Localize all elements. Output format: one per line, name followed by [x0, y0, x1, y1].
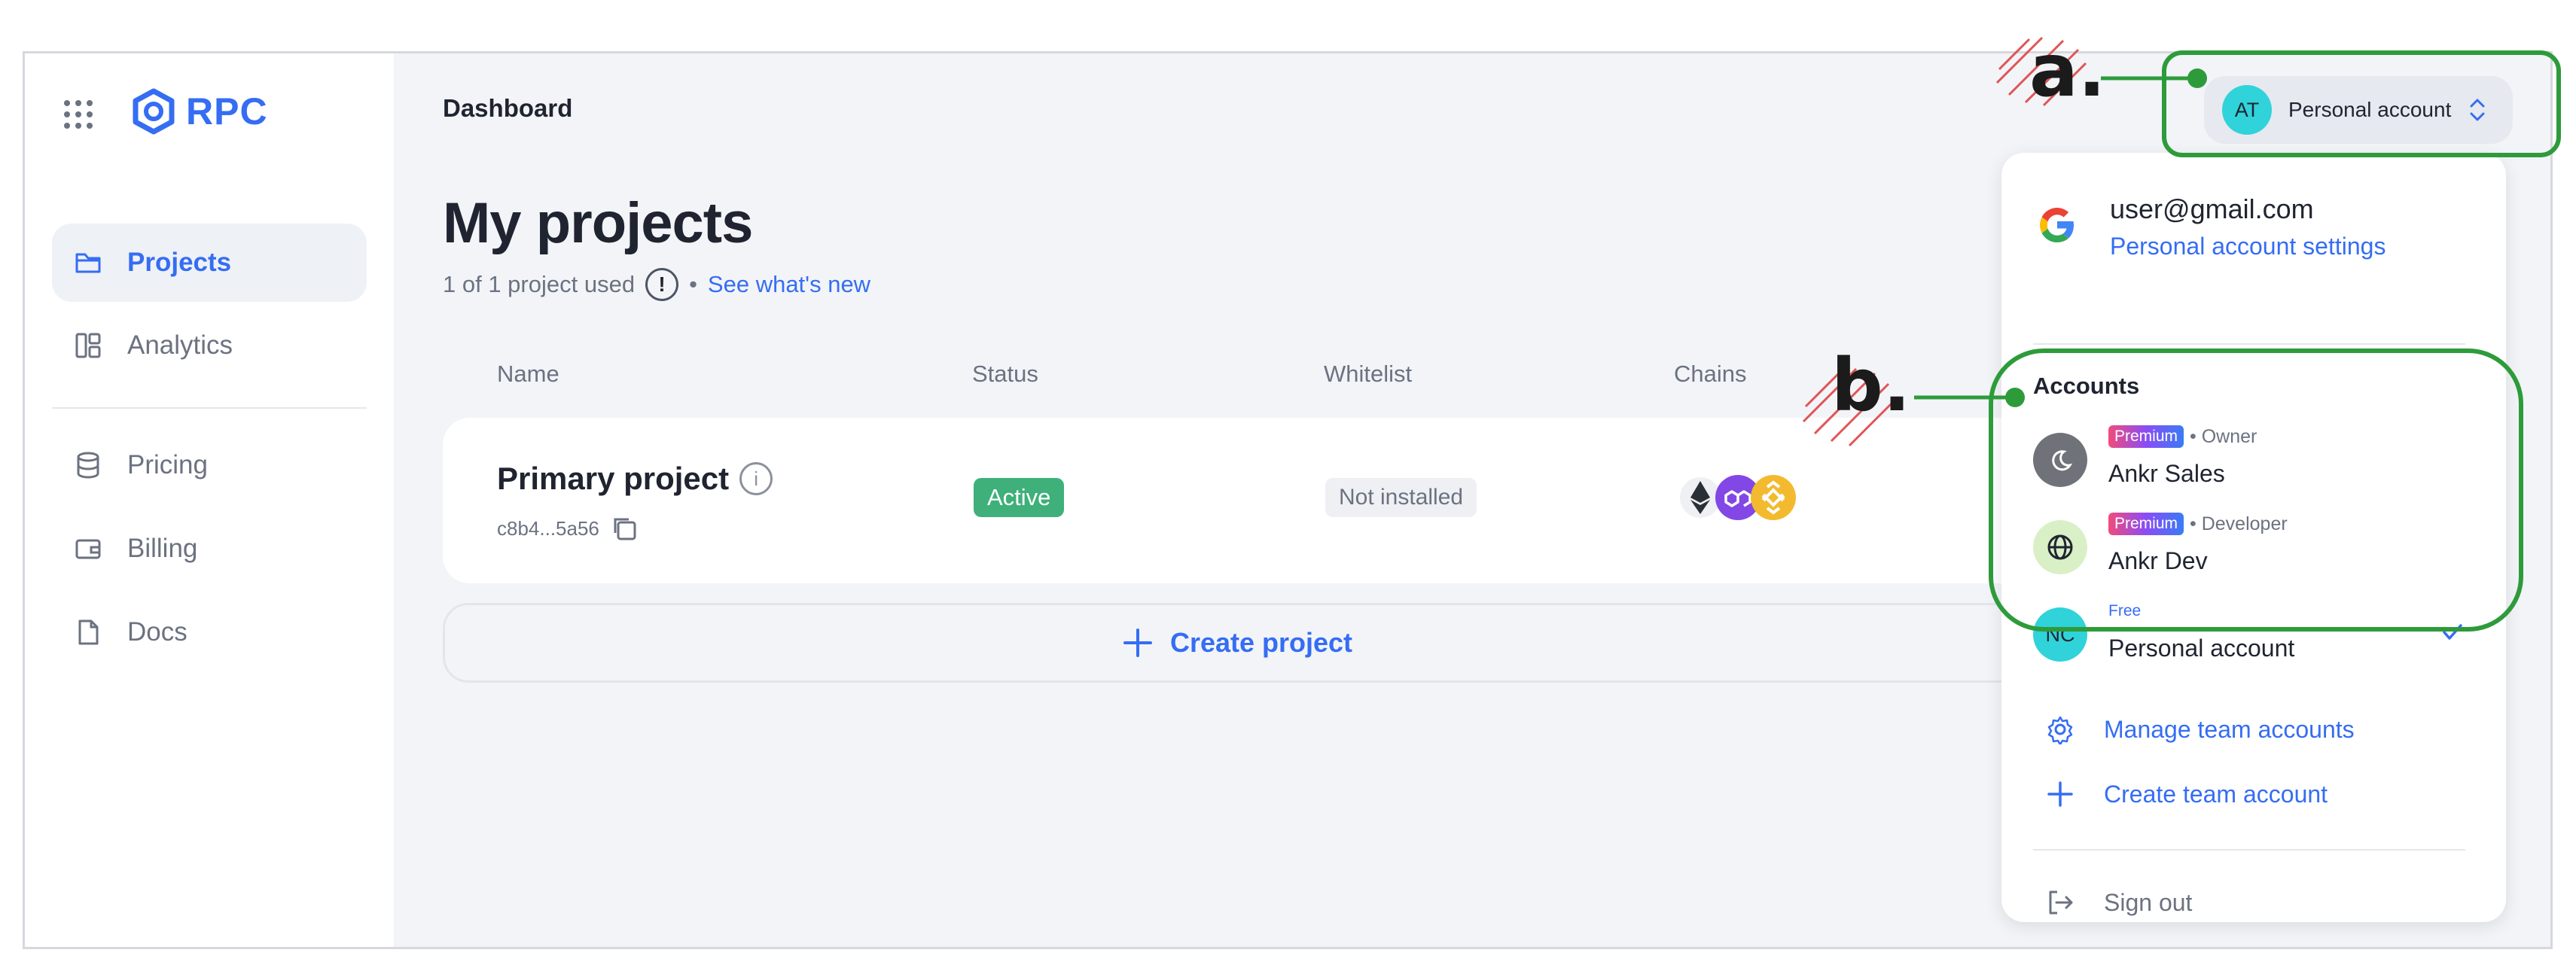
app-window: RPC Projects Analytics Pricing Billing D… [23, 51, 2553, 949]
usage-text: 1 of 1 project used [443, 271, 636, 297]
document-icon [78, 619, 99, 645]
bnb-icon [1751, 475, 1796, 520]
create-team-account-button[interactable]: Create team account [2045, 779, 2328, 809]
account-role: • Developer [2190, 513, 2288, 534]
sidebar-item-analytics[interactable]: Analytics [52, 306, 367, 385]
accounts-heading: Accounts [2033, 373, 2140, 399]
sidebar-item-billing[interactable]: Billing [52, 510, 367, 588]
sidebar-item-label: Analytics [127, 330, 233, 360]
account-name: Ankr Sales [2108, 460, 2225, 487]
account-name: Personal account [2108, 635, 2295, 662]
globe-icon [2033, 520, 2087, 574]
whats-new-link[interactable]: See what's new [708, 271, 870, 298]
sign-out-icon [2049, 890, 2073, 915]
project-id-wrap: c8b4...5a56 [497, 514, 639, 543]
sidebar-item-label: Pricing [127, 450, 208, 479]
column-header-status: Status [972, 361, 1038, 387]
database-icon [77, 452, 99, 479]
account-switcher-button[interactable]: AT Personal account [2204, 76, 2513, 144]
avatar: NC [2033, 607, 2087, 662]
avatar: AT [2222, 85, 2272, 135]
account-role: • Owner [2190, 425, 2257, 447]
plus-icon [2047, 781, 2073, 807]
create-project-button[interactable]: Create project [443, 603, 2032, 683]
layout-icon [75, 333, 101, 358]
rpc-logo-icon [133, 88, 175, 135]
breadcrumb: Dashboard [443, 94, 573, 122]
rpc-logo[interactable]: RPC [130, 88, 268, 135]
account-dropdown: user@gmail.com Personal account settings… [2001, 153, 2506, 922]
ethereum-icon [1680, 477, 1721, 518]
separator-dot: • [689, 271, 697, 297]
google-icon [2040, 208, 2074, 242]
project-usage: 1 of 1 project used ! • See what's new [443, 268, 870, 301]
divider [2033, 849, 2465, 851]
moon-icon [2033, 433, 2087, 487]
page-title: My projects [443, 191, 753, 255]
apps-grid-icon[interactable] [62, 99, 94, 130]
account-item-ankr-sales[interactable]: Premium • Owner Ankr Sales [2033, 422, 2465, 498]
sidebar-item-label: Billing [127, 534, 198, 563]
folder-icon [75, 253, 101, 273]
account-meta: Free [2108, 600, 2141, 622]
status-badge: Active [974, 478, 1065, 517]
logo-text: RPC [186, 90, 268, 132]
whitelist-badge: Not installed [1325, 478, 1477, 517]
create-team-label: Create team account [2104, 780, 2328, 808]
copy-icon[interactable] [610, 514, 639, 543]
account-meta: Premium • Owner [2108, 425, 2257, 448]
account-pill-label: Personal account [2288, 98, 2452, 121]
account-item-ankr-dev[interactable]: Premium • Developer Ankr Dev [2033, 510, 2465, 585]
sign-out-label: Sign out [2104, 888, 2193, 916]
plan-badge: Premium [2108, 425, 2184, 448]
project-id: c8b4...5a56 [497, 516, 599, 540]
sidebar: RPC Projects Analytics Pricing Billing D… [25, 53, 394, 947]
project-name-wrap: Primary project i [497, 461, 773, 497]
sidebar-item-label: Projects [127, 248, 232, 277]
sign-out-button[interactable]: Sign out [2045, 887, 2192, 918]
sidebar-divider [52, 407, 367, 409]
project-row[interactable]: Primary project i c8b4...5a56 Active Not… [443, 418, 2032, 583]
chains-icons [1680, 475, 1796, 520]
sidebar-item-projects[interactable]: Projects [52, 224, 367, 302]
sidebar-item-docs[interactable]: Docs [52, 593, 367, 671]
manage-team-label: Manage team accounts [2104, 715, 2355, 743]
divider [2033, 343, 2465, 345]
check-icon [2443, 624, 2462, 640]
user-email: user@gmail.com [2110, 193, 2314, 224]
column-header-name: Name [497, 361, 559, 387]
account-meta: Premium • Developer [2108, 513, 2288, 535]
column-header-chains: Chains [1674, 361, 1747, 387]
project-info-icon[interactable]: i [739, 462, 773, 495]
project-name: Primary project [497, 461, 730, 496]
account-settings-link[interactable]: Personal account settings [2110, 233, 2385, 260]
manage-team-accounts-button[interactable]: Manage team accounts [2045, 714, 2355, 744]
wallet-icon [75, 539, 101, 559]
plus-icon [1123, 629, 1152, 657]
usage-info-icon[interactable]: ! [645, 268, 679, 301]
gear-icon [2047, 716, 2073, 744]
create-project-label: Create project [1169, 627, 1353, 658]
sidebar-item-label: Docs [127, 617, 187, 647]
annotation-label-b: b. [1831, 343, 1911, 428]
chevron-up-down-icon [2470, 99, 2485, 121]
account-item-personal[interactable]: NC Free Personal account [2033, 597, 2465, 672]
column-header-whitelist: Whitelist [1324, 361, 1413, 387]
sidebar-item-pricing[interactable]: Pricing [52, 426, 367, 504]
plan-badge: Free [2108, 602, 2142, 619]
annotation-label-a: a. [2029, 29, 2106, 113]
plan-badge: Premium [2108, 513, 2184, 535]
account-name: Ankr Dev [2108, 547, 2208, 574]
